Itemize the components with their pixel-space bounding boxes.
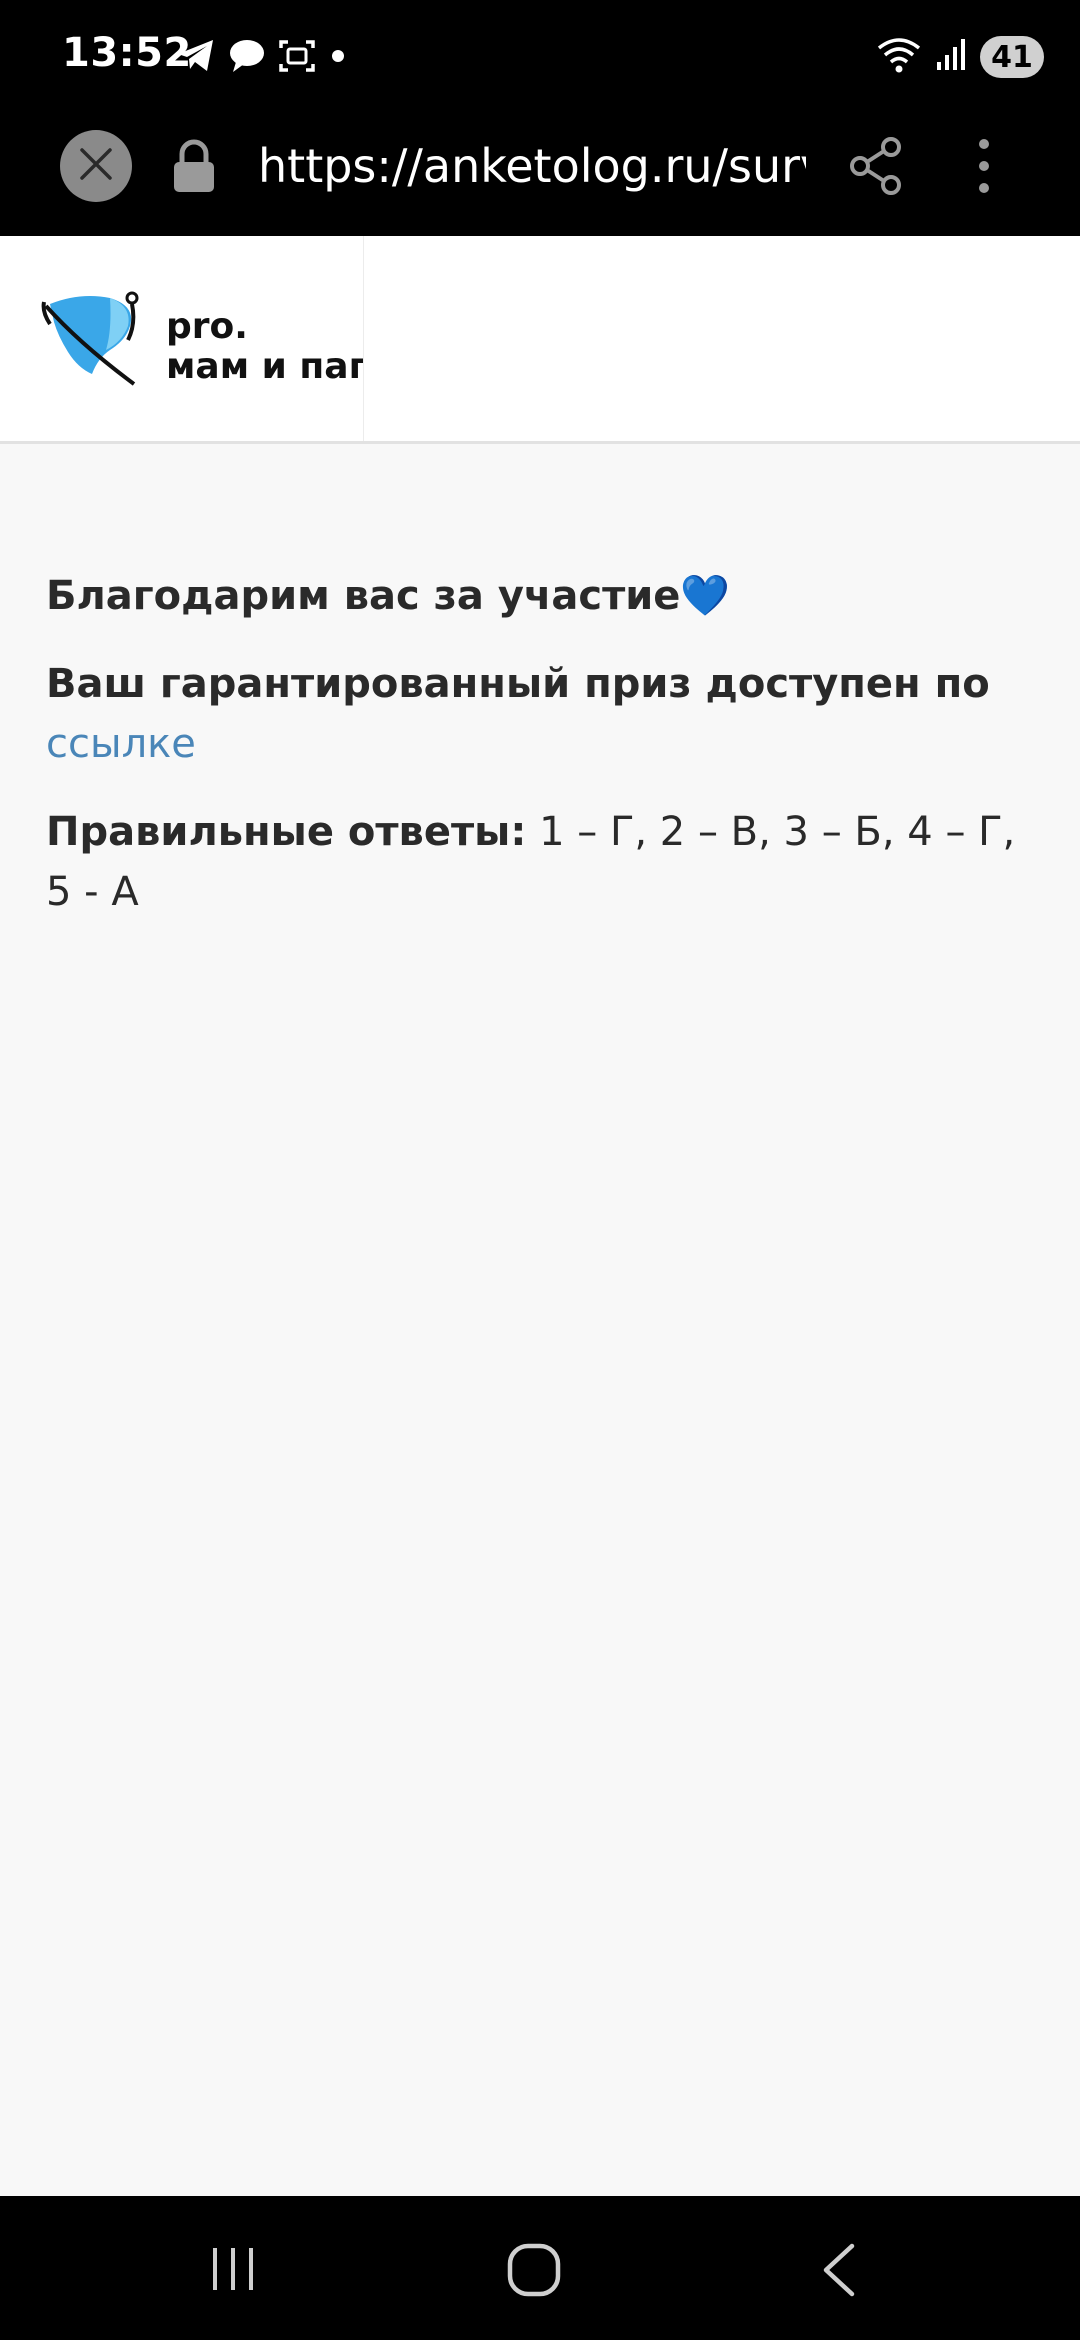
status-icons-right: 41 [876, 36, 1044, 78]
wifi-icon [876, 36, 922, 78]
close-tab-button[interactable] [60, 130, 132, 202]
back-icon[interactable] [818, 2242, 858, 2302]
more-options-icon[interactable] [962, 136, 1006, 200]
dot-icon [328, 46, 348, 70]
logo-text-line1: pro. [166, 306, 248, 347]
status-time: 13:52 [62, 30, 192, 76]
status-icons-left [176, 38, 348, 78]
url-field[interactable]: https://anketolog.ru/survey [258, 130, 806, 202]
logo-text-line2: мам и пап [166, 346, 364, 387]
site-header: pro. мам и пап [0, 236, 1080, 444]
prize-paragraph: Ваш гарантированный приз доступен по ссы… [46, 654, 1036, 774]
home-icon[interactable] [506, 2242, 562, 2302]
logo-icon [40, 284, 150, 398]
thanks-heading: Благодарим вас за участие💙 [46, 573, 731, 619]
status-bar: 13:52 41 [0, 0, 1080, 118]
site-logo[interactable]: pro. мам и пап [0, 236, 364, 441]
signal-icon [936, 38, 966, 76]
battery-indicator: 41 [980, 36, 1044, 78]
browser-toolbar: https://anketolog.ru/survey [0, 118, 1080, 236]
answers-label: Правильные ответы: [46, 809, 527, 855]
recents-icon[interactable] [208, 2244, 258, 2298]
prize-link[interactable]: ссылке [46, 721, 196, 767]
survey-complete-message: Благодарим вас за участие💙 Ваш гарантиро… [46, 566, 1036, 922]
share-icon[interactable] [848, 136, 904, 200]
telegram-icon [176, 38, 216, 78]
lock-icon [172, 138, 216, 198]
prize-text: Ваш гарантированный приз доступен по [46, 661, 990, 707]
screenshot-icon [278, 38, 316, 78]
answers-paragraph: Правильные ответы: 1 – Г, 2 – В, 3 – Б, … [46, 802, 1036, 922]
system-nav-bar [0, 2196, 1080, 2340]
chat-bubble-icon [228, 38, 266, 78]
close-icon [78, 146, 114, 186]
